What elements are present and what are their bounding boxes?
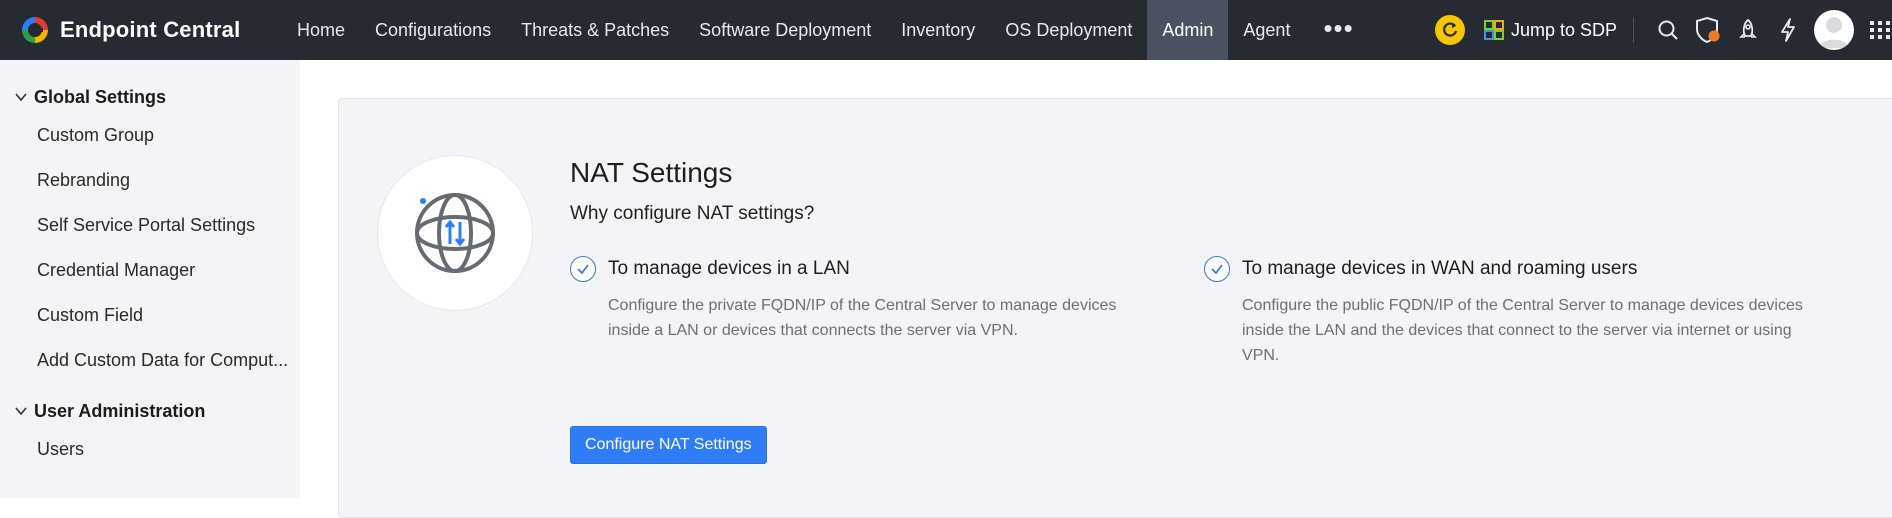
rocket-icon[interactable]	[1728, 0, 1768, 60]
feature-lan: To manage devices in a LAN Configure the…	[570, 255, 1160, 343]
avatar[interactable]	[1814, 10, 1854, 50]
section-title: User Administration	[34, 400, 206, 421]
brand-name: Endpoint Central	[60, 17, 241, 42]
nav-threats-patches[interactable]: Threats & Patches	[506, 0, 684, 60]
shield-alert-icon[interactable]	[1688, 0, 1728, 60]
endpoint-central-logo	[22, 17, 48, 43]
jump-to-sdp-label: Jump to SDP	[1510, 19, 1617, 40]
feature-title: To manage devices in WAN and roaming use…	[1242, 258, 1638, 279]
check-icon	[570, 256, 596, 282]
nav-admin[interactable]: Admin	[1147, 0, 1229, 60]
section-title: Global Settings	[34, 86, 167, 107]
sidebar-item-rebranding[interactable]: Rebranding	[0, 165, 300, 210]
nat-globe-illustration	[377, 155, 533, 311]
nav-agent[interactable]: Agent	[1228, 0, 1305, 60]
more-menu-icon[interactable]: •••	[1305, 0, 1371, 60]
nat-settings-card: NAT Settings Why configure NAT settings?…	[338, 98, 1892, 518]
page-title: NAT Settings	[570, 157, 733, 188]
sidebar-item-custom-group[interactable]: Custom Group	[0, 120, 300, 165]
feature-title: To manage devices in a LAN	[608, 258, 850, 279]
search-icon[interactable]	[1648, 0, 1688, 60]
main-content: NAT Settings Why configure NAT settings?…	[300, 60, 1892, 518]
nav-home[interactable]: Home	[282, 0, 360, 60]
top-right-tools: Jump to SDP	[1434, 0, 1892, 60]
refresh-icon[interactable]	[1434, 15, 1465, 45]
feature-description: Configure the private FQDN/IP of the Cen…	[608, 297, 1117, 339]
nav-configurations[interactable]: Configurations	[360, 0, 506, 60]
nav-inventory[interactable]: Inventory	[886, 0, 990, 60]
section-global-settings[interactable]: Global Settings	[0, 82, 300, 112]
app-grid-icon[interactable]	[1868, 0, 1892, 60]
chevron-down-icon	[15, 93, 27, 102]
admin-sidebar: Global Settings Custom Group Rebranding …	[0, 60, 300, 498]
divider	[1633, 17, 1634, 43]
sidebar-item-credential-manager[interactable]: Credential Manager	[0, 255, 300, 300]
sidebar-item-add-custom-data[interactable]: Add Custom Data for Comput...	[0, 345, 300, 390]
brand[interactable]: Endpoint Central	[0, 0, 282, 60]
nav-os-deployment[interactable]: OS Deployment	[990, 0, 1147, 60]
check-icon	[1204, 256, 1230, 282]
feature-wan: To manage devices in WAN and roaming use…	[1204, 255, 1804, 368]
jump-to-sdp-link[interactable]: Jump to SDP	[1483, 19, 1617, 41]
lightning-icon[interactable]	[1768, 0, 1808, 60]
page-subtitle: Why configure NAT settings?	[570, 203, 815, 224]
section-user-administration[interactable]: User Administration	[0, 396, 300, 426]
main-nav: Home Configurations Threats & Patches So…	[282, 0, 1372, 60]
top-bar: Endpoint Central Home Configurations Thr…	[0, 0, 1892, 60]
nav-software-deployment[interactable]: Software Deployment	[684, 0, 886, 60]
sidebar-item-users[interactable]: Users	[0, 434, 300, 479]
configure-nat-settings-button[interactable]: Configure NAT Settings	[570, 426, 767, 464]
globe-icon	[415, 193, 495, 273]
sidebar-item-self-service-portal[interactable]: Self Service Portal Settings	[0, 210, 300, 255]
chevron-down-icon	[15, 407, 27, 416]
sidebar-item-custom-field[interactable]: Custom Field	[0, 300, 300, 345]
feature-description: Configure the public FQDN/IP of the Cent…	[1242, 297, 1803, 364]
sdp-icon	[1483, 20, 1504, 40]
